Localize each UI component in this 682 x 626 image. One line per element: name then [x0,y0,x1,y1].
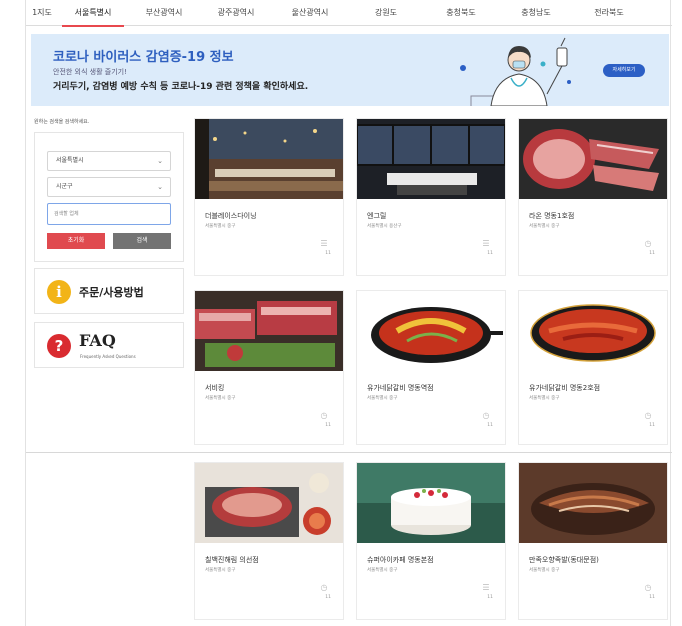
restaurant-photo [357,463,505,543]
restaurant-card[interactable]: 더블레이스다이닝 서울특별시 중구 ☰ 11 [194,118,344,276]
view-count: 11 [487,423,493,428]
reset-button[interactable]: 초기화 [47,233,105,249]
clock-icon: ◷ [644,583,652,592]
restaurant-address: 서울특별시 중구 [205,568,236,573]
restaurant-card[interactable]: 슈퍼아이카페 명동본점 서울특별시 중구 ☰ 11 [356,462,506,620]
restaurant-name: 칠백진해림 의선점 [205,556,259,564]
restaurant-address: 서울특별시 중구 [529,224,560,229]
covid-banner[interactable]: 코로나 바이러스 감염증-19 정보 안전한 외식 생활 즐기기! 거리두기, … [31,34,669,106]
restaurant-card[interactable]: 만족오향족발(동대문점) 서울특별시 중구 ◷ 11 [518,462,668,620]
restaurant-photo [357,119,505,199]
restaurant-address: 서울특별시 중구 [367,568,398,573]
chevron-down-icon: ⌄ [157,157,163,165]
faq-label: FAQ [79,331,116,350]
restaurant-name: 슈퍼아이카페 명동본점 [367,556,434,564]
restaurant-photo [519,463,667,543]
search-input[interactable]: 검색할 업체 [47,203,171,225]
section-divider [26,452,672,453]
view-count: 11 [649,595,655,600]
tab-chungbuk[interactable]: 충청북도 [424,0,498,26]
restaurant-name: 유가네닭갈비 명동역점 [367,384,434,392]
tab-gangwon[interactable]: 강원도 [348,0,424,26]
district-select[interactable]: 시군구 ⌄ [47,177,171,197]
tab-seoul[interactable]: 서울특별시 [58,0,128,27]
banner-title: 코로나 바이러스 감염증-19 정보 [53,50,234,65]
clock-icon: ◷ [320,411,328,420]
restaurant-name: 만족오향족발(동대문점) [529,556,599,564]
tab-busan[interactable]: 부산광역시 [128,0,200,26]
restaurant-address: 서울특별시 용산구 [367,224,402,229]
restaurant-photo [195,119,343,199]
restaurant-card[interactable]: 엔그릴 서울특별시 용산구 ☰ 11 [356,118,506,276]
view-count: 11 [487,595,493,600]
search-filter-panel: 서울특별시 ⌄ 시군구 ⌄ 검색할 업체 초기화 검색 [34,132,184,262]
city-select[interactable]: 서울특별시 ⌄ [47,151,171,171]
search-hint: 원하는 검색을 검색하세요. [34,119,90,125]
restaurant-address: 서울특별시 중구 [205,396,236,401]
view-count: 11 [325,251,331,256]
faq-box[interactable]: ? FAQ Frequently Asked Questions [34,322,184,368]
banner-description: 거리두기, 감염병 예방 수칙 등 코로나-19 관련 정책을 확인하세요. [53,82,309,92]
city-select-value: 서울특별시 [56,157,84,164]
restaurant-name: 더블레이스다이닝 [205,212,257,220]
restaurant-name: 서비킹 [205,384,225,392]
restaurant-card[interactable]: 서비킹 서울특별시 중구 ◷ 11 [194,290,344,445]
usage-guide-label: 주문/사용방법 [79,286,144,299]
restaurant-name: 엔그릴 [367,212,387,220]
restaurant-card[interactable]: 유가네닭갈비 명동역점 서울특별시 중구 ◷ 11 [356,290,506,445]
view-count: 11 [487,251,493,256]
clock-icon: ◷ [644,239,652,248]
restaurant-address: 서울특별시 중구 [529,396,560,401]
usage-guide-box[interactable]: i 주문/사용방법 [34,268,184,314]
tab-gwangju[interactable]: 광주광역시 [200,0,272,26]
clock-icon: ◷ [644,411,652,420]
restaurant-photo [519,119,667,199]
restaurant-photo [519,291,667,371]
page-container: 1지도 서울특별시 부산광역시 광주광역시 울산광역시 강원도 충청북도 충청남… [25,0,672,626]
restaurant-name: 유가네닭갈비 명동2호점 [529,384,601,392]
clock-icon: ◷ [482,411,490,420]
faq-subtitle: Frequently Asked Questions [80,354,136,359]
restaurant-photo [195,291,343,371]
doctor-illustration [460,37,571,106]
region-tabs: 1지도 서울특별시 부산광역시 광주광역시 울산광역시 강원도 충청북도 충청남… [26,0,672,27]
chevron-down-icon: ⌄ [157,183,163,191]
banner-more-button[interactable]: 자세히보기 [603,64,645,77]
question-icon: ? [47,334,71,358]
restaurant-card[interactable]: 유가네닭갈비 명동2호점 서울특별시 중구 ◷ 11 [518,290,668,445]
restaurant-address: 서울특별시 중구 [367,396,398,401]
view-count: 11 [649,251,655,256]
tab-chungnam[interactable]: 충청남도 [498,0,574,26]
restaurant-card[interactable]: 칠백진해림 의선점 서울특별시 중구 ◷ 11 [194,462,344,620]
restaurant-card[interactable]: 라온 명동1호점 서울특별시 중구 ◷ 11 [518,118,668,276]
district-select-value: 시군구 [56,183,73,190]
view-count: 11 [649,423,655,428]
banner-subtitle: 안전한 외식 생활 즐기기! [53,68,127,76]
tab-jeonbuk[interactable]: 전라북도 [574,0,644,26]
restaurant-address: 서울특별시 중구 [205,224,236,229]
view-count: 11 [325,595,331,600]
tab-map[interactable]: 1지도 [26,0,58,26]
clock-icon: ◷ [320,583,328,592]
view-count: 11 [325,423,331,428]
restaurant-photo [357,291,505,371]
menu-icon: ☰ [320,239,328,248]
tab-ulsan[interactable]: 울산광역시 [272,0,348,26]
search-button[interactable]: 검색 [113,233,171,249]
restaurant-photo [195,463,343,543]
menu-icon: ☰ [482,583,490,592]
restaurant-name: 라온 명동1호점 [529,212,575,220]
restaurant-address: 서울특별시 중구 [529,568,560,573]
menu-icon: ☰ [482,239,490,248]
info-icon: i [47,280,71,304]
